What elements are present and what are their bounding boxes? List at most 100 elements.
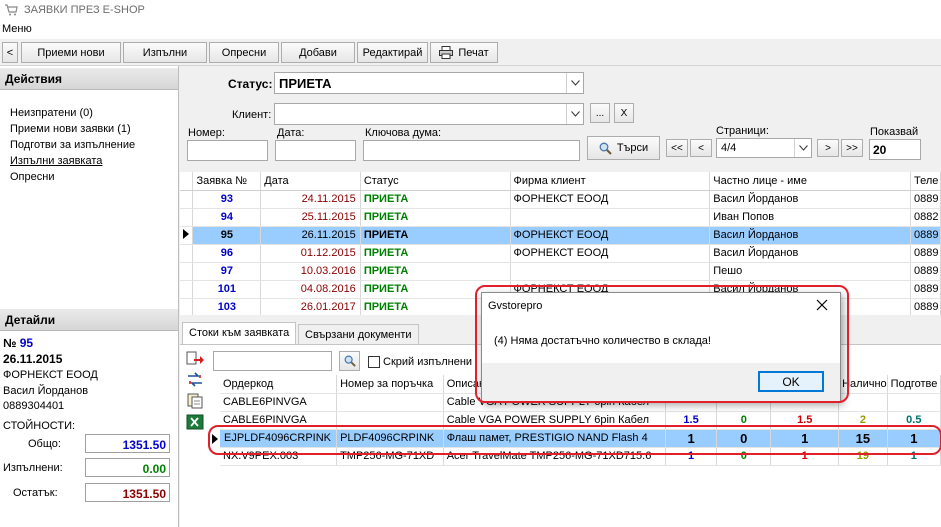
- cell: 04.08.2016: [260, 280, 361, 299]
- table-row[interactable]: 97 10.03.2016 ПРИЕТА Пешо 0889: [180, 262, 941, 281]
- cell: 103: [192, 298, 262, 315]
- keyword-label: Ключова дума:: [365, 127, 442, 139]
- cell: 0889: [910, 298, 941, 315]
- cell: ПРИЕТА: [360, 226, 511, 245]
- chevron-down-icon[interactable]: [794, 139, 811, 157]
- cell: Васил Йорданов: [709, 190, 911, 209]
- items-search-input[interactable]: [213, 351, 332, 371]
- edit-button[interactable]: Редактирай: [357, 42, 428, 63]
- chevron-down-icon[interactable]: [566, 73, 583, 93]
- col-phone[interactable]: Теле: [910, 172, 941, 191]
- search-button[interactable]: Търси: [587, 136, 660, 160]
- cell: 94: [192, 208, 262, 227]
- printer-icon: [439, 46, 454, 59]
- add-item-icon[interactable]: [186, 351, 204, 367]
- cell: ФОРНЕКСТ ЕООД: [510, 226, 711, 245]
- receive-new-button[interactable]: Приеми нови: [21, 42, 121, 63]
- status-value: ПРИЕТА: [279, 76, 332, 91]
- status-combo[interactable]: ПРИЕТА: [274, 72, 584, 94]
- highlight-ring-dialog: [475, 285, 849, 403]
- move-arrows-icon[interactable]: [186, 372, 204, 388]
- done-value: 0.00: [85, 458, 170, 477]
- details-date: 26.11.2015: [3, 352, 63, 366]
- page-prev-button[interactable]: <: [690, 139, 712, 157]
- action-refresh[interactable]: Опресни: [10, 171, 54, 183]
- refresh-button[interactable]: Опресни: [209, 42, 279, 63]
- page-value: 4/4: [721, 142, 737, 154]
- execute-button[interactable]: Изпълни: [123, 42, 207, 63]
- table-row[interactable]: 93 24.11.2015 ПРИЕТА ФОРНЕКСТ ЕООД Васил Йор…: [180, 190, 941, 209]
- print-button[interactable]: Печат: [430, 42, 498, 63]
- date-input[interactable]: [275, 140, 356, 161]
- col-company[interactable]: Фирма клиент: [510, 172, 711, 191]
- chevron-down-icon[interactable]: [566, 104, 583, 124]
- cell: 95: [192, 226, 262, 245]
- orders-header: Заявка № Дата Статус Фирма клиент Частно…: [180, 172, 941, 191]
- cart-icon: [5, 3, 18, 15]
- back-button[interactable]: <: [2, 42, 18, 63]
- page-first-button[interactable]: <<: [666, 139, 688, 157]
- cell: 26.11.2015: [260, 226, 361, 245]
- col-prepared[interactable]: Подготве: [887, 375, 941, 394]
- cell: 25.11.2015: [260, 208, 361, 227]
- action-unsent[interactable]: Неизпратени (0): [10, 107, 93, 119]
- rest-label: Остатък:: [13, 487, 58, 499]
- status-label: Статус:: [228, 77, 273, 91]
- cell: 26.01.2017: [260, 298, 361, 315]
- cell: 101: [192, 280, 262, 299]
- excel-export-icon[interactable]: [186, 414, 204, 430]
- show-count-input[interactable]: 20: [869, 139, 921, 160]
- col-status[interactable]: Статус: [360, 172, 511, 191]
- details-company: ФОРНЕКСТ ЕООД: [3, 369, 98, 381]
- col-date[interactable]: Дата: [260, 172, 361, 191]
- add-button[interactable]: Добави: [281, 42, 355, 63]
- number-input[interactable]: [187, 140, 268, 161]
- hide-done-checkbox[interactable]: [368, 356, 380, 368]
- table-row[interactable]: 96 01.12.2015 ПРИЕТА ФОРНЕКСТ ЕООД Васил Йор…: [180, 244, 941, 263]
- cell: 97: [192, 262, 262, 281]
- client-browse-button[interactable]: ...: [590, 103, 610, 123]
- hide-done-label: Скрий изпълнени: [383, 356, 473, 368]
- row-indicator: [180, 280, 194, 299]
- details-values-label: СТОЙНОСТИ:: [3, 420, 76, 432]
- cell: ПРИЕТА: [360, 190, 511, 209]
- cell: 0889: [910, 226, 941, 245]
- row-indicator: [180, 226, 194, 245]
- client-combo[interactable]: [274, 103, 584, 125]
- table-row[interactable]: 94 25.11.2015 ПРИЕТА Иван Попов 0882: [180, 208, 941, 227]
- action-prepare[interactable]: Подготви за изпълнение: [10, 139, 135, 151]
- action-receive-new[interactable]: Приеми нови заявки (1): [10, 123, 131, 135]
- total-label: Общо:: [28, 438, 61, 450]
- menu-item[interactable]: Меню: [2, 23, 32, 35]
- cell: 0889: [910, 190, 941, 209]
- rest-value: 1351.50: [85, 483, 170, 502]
- action-execute-order[interactable]: Изпълни заявката: [10, 155, 102, 167]
- col-ordercode[interactable]: Ордеркод: [220, 375, 338, 394]
- col-order-no[interactable]: Заявка №: [192, 172, 262, 191]
- copy-document-icon[interactable]: [186, 393, 204, 409]
- date-label: Дата:: [277, 127, 305, 139]
- col-order-number[interactable]: Номер за поръчка: [336, 375, 444, 394]
- items-search-button[interactable]: [339, 351, 360, 371]
- keyword-input[interactable]: [363, 140, 580, 161]
- cell: [336, 393, 444, 412]
- col-person[interactable]: Частно лице - име: [709, 172, 911, 191]
- cell: ФОРНЕКСТ ЕООД: [510, 190, 711, 209]
- page-last-button[interactable]: >>: [841, 139, 863, 157]
- left-panel: Действия Неизпратени (0) Приеми нови зая…: [0, 66, 179, 527]
- cell: ПРИЕТА: [360, 208, 511, 227]
- details-header: Детайли: [0, 309, 178, 331]
- row-indicator: [180, 262, 194, 281]
- cell: 10.03.2016: [260, 262, 361, 281]
- cell: 0889: [910, 280, 941, 299]
- page-combo[interactable]: 4/4: [716, 138, 812, 158]
- cell: 0889: [910, 262, 941, 281]
- total-value: 1351.50: [85, 434, 170, 453]
- number-label: Номер:: [188, 127, 225, 139]
- page-next-button[interactable]: >: [817, 139, 839, 157]
- client-clear-button[interactable]: X: [614, 103, 634, 123]
- tab-related-documents[interactable]: Свързани документи: [298, 324, 419, 344]
- table-row[interactable]: 95 26.11.2015 ПРИЕТА ФОРНЕКСТ ЕООД Васил Йор…: [180, 226, 941, 245]
- tab-order-items[interactable]: Стоки към заявката: [182, 322, 297, 345]
- cell: ПРИЕТА: [360, 244, 511, 263]
